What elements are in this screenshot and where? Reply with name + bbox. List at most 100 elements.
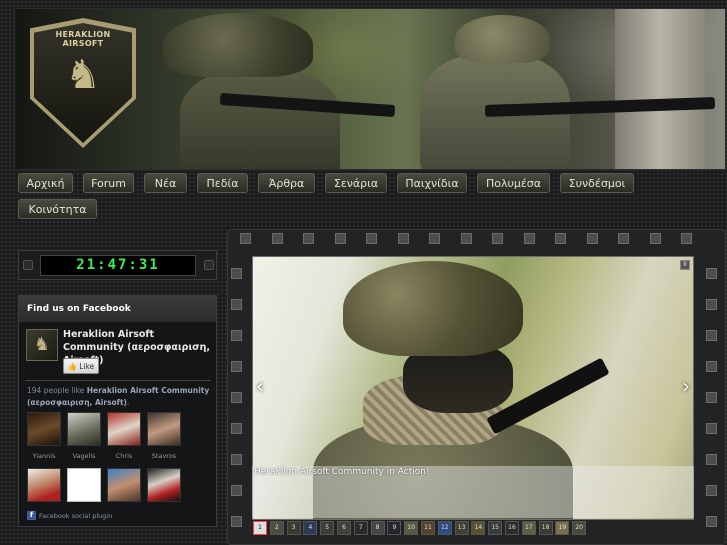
nav-scenarios[interactable]: Σενάρια xyxy=(325,173,387,193)
frame-rivet xyxy=(706,454,717,465)
slide-soldier-helmet xyxy=(343,261,523,356)
frame-rivet xyxy=(231,299,242,310)
nav-forum[interactable]: Forum xyxy=(83,173,134,193)
slider-thumb[interactable]: 4 xyxy=(303,521,318,535)
friend-name[interactable]: Vagelis xyxy=(64,452,104,460)
frame-rivet xyxy=(303,233,314,244)
frame-rivet xyxy=(706,392,717,403)
slider-thumb[interactable]: 17 xyxy=(521,521,536,535)
friend-name[interactable]: Yiannis xyxy=(24,452,64,460)
frame-rivet xyxy=(460,233,472,244)
slider-thumb[interactable]: 14 xyxy=(471,521,486,535)
facebook-footer-label: Facebook social plugin xyxy=(39,511,113,520)
frame-rivet xyxy=(706,330,717,341)
friend-avatar[interactable] xyxy=(107,468,141,502)
like-button-label: Like xyxy=(79,361,95,371)
slider-prev-arrow[interactable]: ‹ xyxy=(256,375,268,397)
frame-rivet xyxy=(366,233,377,244)
slide-caption: Heraklion Airsoft Community in Action! xyxy=(254,467,430,477)
slider-thumb[interactable]: 11 xyxy=(421,521,435,535)
frame-rivet xyxy=(706,361,717,372)
like-count-suffix: . xyxy=(126,398,130,407)
banner-tree xyxy=(615,9,705,169)
facebook-page-avatar[interactable]: ♞ xyxy=(26,329,58,361)
facebook-footer[interactable]: f Facebook social plugin xyxy=(27,511,112,520)
nav-multimedia[interactable]: Πολυμέσα xyxy=(477,173,550,193)
frame-rivet xyxy=(706,423,717,434)
slider-thumb[interactable]: 15 xyxy=(488,521,503,535)
slider-thumb[interactable]: 7 xyxy=(353,521,368,535)
frame-rivet xyxy=(706,299,717,310)
like-count-prefix: 194 people like xyxy=(27,386,87,395)
nav-community[interactable]: Κοινότητα xyxy=(18,199,97,219)
friend-avatar[interactable] xyxy=(147,468,181,502)
nav-home[interactable]: Αρχική xyxy=(18,173,73,193)
frame-rivet xyxy=(492,233,503,244)
slider-thumb[interactable]: 13 xyxy=(454,521,469,535)
nav-games[interactable]: Παιχνίδια xyxy=(397,173,467,193)
friend-avatar[interactable] xyxy=(107,412,141,446)
slider-thumb[interactable]: 2 xyxy=(269,521,284,535)
frame-rivet xyxy=(397,233,409,244)
slider-thumb[interactable]: 12 xyxy=(437,521,452,535)
frame-rivet xyxy=(706,268,717,279)
frame-rivet xyxy=(240,233,251,244)
friend-avatar[interactable] xyxy=(67,412,101,446)
friend-avatar[interactable] xyxy=(147,412,181,446)
pause-icon[interactable]: II xyxy=(680,260,690,270)
frame-rivet xyxy=(231,454,242,465)
facebook-header: Find us on Facebook xyxy=(19,296,216,322)
clock-led-right xyxy=(204,260,214,270)
frame-rivet xyxy=(555,233,566,244)
nav-articles[interactable]: Άρθρα xyxy=(258,173,315,193)
frame-rivet xyxy=(429,233,440,244)
frame-rivet xyxy=(231,485,242,496)
slider-thumb[interactable]: 5 xyxy=(320,521,335,535)
slider-thumb[interactable]: 18 xyxy=(538,521,553,535)
frame-rivet xyxy=(681,233,692,244)
frame-rivet xyxy=(706,516,717,527)
frame-rivet xyxy=(231,423,242,434)
friend-avatar[interactable] xyxy=(27,468,61,502)
friend-avatar[interactable] xyxy=(27,412,61,446)
digital-clock: 21:47:31 xyxy=(40,255,196,276)
like-count-text: 194 people like Heraklion Airsoft Commun… xyxy=(27,385,212,409)
banner-helmet-right xyxy=(455,15,550,63)
divider xyxy=(25,380,211,381)
slider-next-arrow[interactable]: › xyxy=(682,375,694,397)
facebook-icon: f xyxy=(27,511,36,520)
nav-news[interactable]: Νέα xyxy=(144,173,187,193)
like-button[interactable]: 👍 Like xyxy=(63,358,99,374)
slider-thumb[interactable]: 1 xyxy=(253,521,267,535)
slider-thumb[interactable]: 19 xyxy=(555,521,570,535)
logo-text: HERAKLION AIRSOFT xyxy=(55,30,111,48)
slider-thumb[interactable]: 16 xyxy=(505,521,519,535)
frame-rivet xyxy=(231,392,242,403)
nav-fields[interactable]: Πεδία xyxy=(197,173,248,193)
slider-thumb[interactable]: 20 xyxy=(572,521,587,535)
slider-thumb[interactable]: 6 xyxy=(337,521,351,535)
slider-thumb[interactable]: 9 xyxy=(387,521,402,535)
frame-rivet xyxy=(334,233,346,244)
clock-led-left xyxy=(23,260,33,270)
frame-rivet xyxy=(586,233,598,244)
frame-rivet xyxy=(231,330,242,341)
frame-rivet xyxy=(706,485,717,496)
frame-rivet xyxy=(231,268,242,279)
friend-name[interactable]: Stavros xyxy=(144,452,184,460)
friend-name[interactable]: Chris xyxy=(104,452,144,460)
slider-thumb[interactable]: 8 xyxy=(370,521,385,535)
facebook-likebox: Find us on Facebook ♞ Heraklion Airsoft … xyxy=(18,295,217,527)
nav-links[interactable]: Συνδέσμοι xyxy=(560,173,634,193)
slider-thumb[interactable]: 10 xyxy=(404,521,419,535)
frame-rivet xyxy=(231,361,242,372)
slider-thumb[interactable]: 3 xyxy=(286,521,301,535)
frame-rivet xyxy=(523,233,535,244)
friend-avatar[interactable] xyxy=(67,468,101,502)
griffin-icon: ♞ xyxy=(65,52,101,98)
frame-rivet xyxy=(649,233,661,244)
banner-helmet-left xyxy=(163,13,313,77)
banner-soldier-left xyxy=(180,69,340,169)
frame-rivet xyxy=(231,516,242,527)
frame-rivet xyxy=(271,233,283,244)
